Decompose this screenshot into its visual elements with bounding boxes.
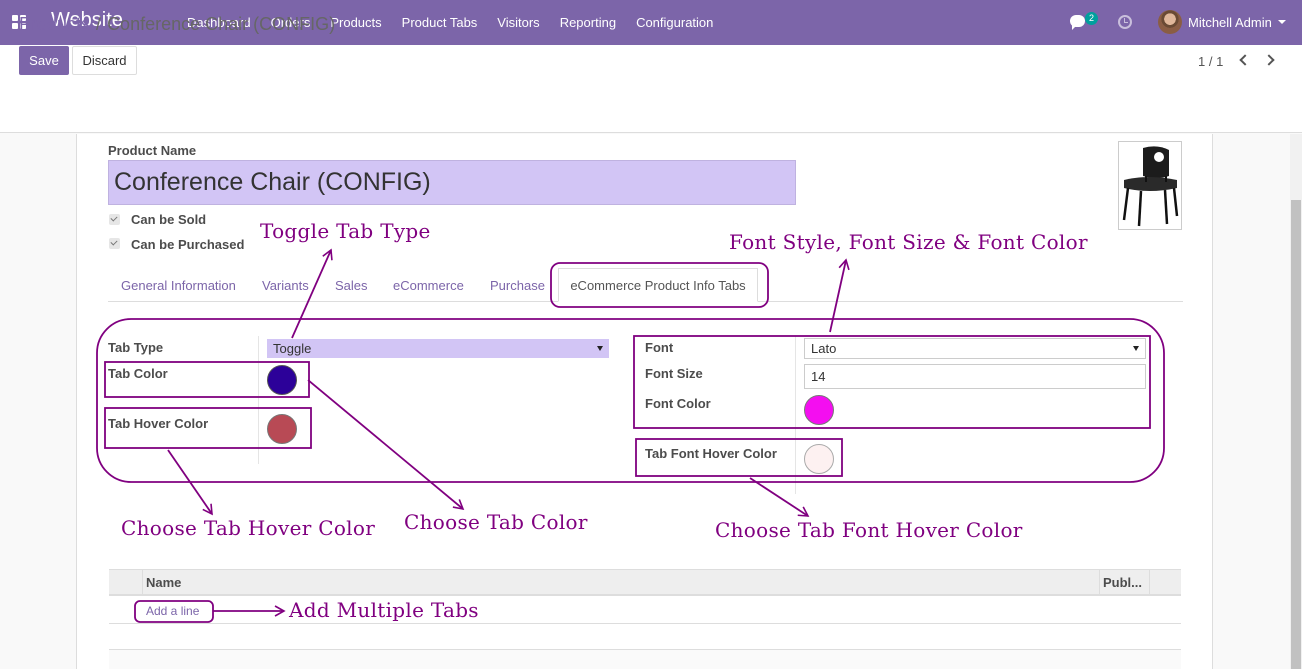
tab-font-hover-color-label: Tab Font Hover Color — [645, 446, 777, 461]
tab-type-value: Toggle — [273, 341, 312, 356]
pager-value[interactable]: 1 / 1 — [1198, 54, 1223, 69]
annotation-add-multiple-tabs: Add Multiple Tabs — [289, 598, 479, 622]
column-separator — [142, 570, 143, 596]
font-label: Font — [645, 340, 674, 355]
breadcrumb-separator: / — [96, 14, 102, 34]
tab-type-select[interactable]: Toggle — [267, 339, 609, 358]
font-value: Lato — [811, 341, 837, 356]
font-size-input[interactable]: 14 — [804, 364, 1146, 389]
chair-image — [1122, 146, 1179, 227]
tab-color-label: Tab Color — [108, 366, 168, 381]
user-menu[interactable]: Mitchell Admin — [1188, 15, 1272, 30]
font-color-label: Font Color — [645, 396, 711, 411]
user-avatar[interactable] — [1158, 10, 1182, 34]
font-select[interactable]: Lato — [804, 338, 1146, 359]
product-name-label: Product Name — [108, 143, 197, 158]
breadcrumb: Products / Conference Chair (CONFIG) — [19, 14, 335, 35]
column-separator — [1099, 570, 1100, 596]
tab-font-hover-color-swatch[interactable] — [804, 444, 834, 474]
tab-sales[interactable]: Sales — [335, 278, 368, 293]
column-header-name[interactable]: Name — [146, 575, 181, 590]
annotation-choose-tab-font-hover-color: Choose Tab Font Hover Color — [715, 518, 1023, 542]
dropdown-caret-icon — [1133, 346, 1139, 354]
tab-hover-color-label: Tab Hover Color — [108, 416, 209, 431]
caret-down-icon[interactable] — [1278, 20, 1286, 28]
field-separator — [258, 336, 259, 464]
tab-color-swatch[interactable] — [267, 365, 297, 395]
tab-hover-color-swatch[interactable] — [267, 414, 297, 444]
annotation-toggle-tab-type: Toggle Tab Type — [260, 219, 431, 243]
control-panel — [0, 45, 1302, 133]
tabs-table-header — [109, 569, 1181, 596]
tab-variants[interactable]: Variants — [262, 278, 309, 293]
chat-icon[interactable] — [1070, 15, 1085, 30]
discard-button[interactable]: Discard — [72, 46, 137, 75]
menu-item-products[interactable]: Products — [330, 15, 381, 30]
annotation-choose-tab-hover-color: Choose Tab Hover Color — [121, 516, 376, 540]
product-image[interactable] — [1118, 141, 1182, 230]
field-separator — [795, 336, 796, 494]
column-header-published[interactable]: Publ... — [1103, 575, 1142, 590]
table-footer — [109, 649, 1181, 669]
product-name-input[interactable]: Conference Chair (CONFIG) — [108, 160, 796, 205]
font-size-label: Font Size — [645, 366, 703, 381]
tab-ecommerce[interactable]: eCommerce — [393, 278, 464, 293]
breadcrumb-products[interactable]: Products — [19, 14, 90, 34]
tab-purchase[interactable]: Purchase — [490, 278, 545, 293]
add-a-line-link[interactable]: Add a line — [146, 604, 199, 618]
annotation-font-style: Font Style, Font Size & Font Color — [729, 230, 1088, 254]
chat-count-badge: 2 — [1085, 12, 1098, 25]
scrollbar-thumb[interactable] — [1291, 200, 1301, 669]
menu-item-product-tabs[interactable]: Product Tabs — [402, 15, 478, 30]
menu-item-visitors[interactable]: Visitors — [497, 15, 539, 30]
menu-item-reporting[interactable]: Reporting — [560, 15, 616, 30]
tab-type-label: Tab Type — [108, 340, 164, 355]
activity-clock-icon[interactable] — [1118, 15, 1132, 29]
can-be-purchased-checkbox[interactable] — [109, 238, 120, 249]
menu-item-configuration[interactable]: Configuration — [636, 15, 713, 30]
tab-general-information[interactable]: General Information — [121, 278, 236, 293]
tab-ecommerce-product-info-tabs[interactable]: eCommerce Product Info Tabs — [558, 268, 758, 302]
annotation-choose-tab-color: Choose Tab Color — [404, 510, 588, 534]
can-be-purchased-label: Can be Purchased — [131, 237, 245, 252]
dropdown-caret-icon — [597, 346, 603, 354]
save-button[interactable]: Save — [19, 46, 69, 75]
can-be-sold-checkbox[interactable] — [109, 214, 120, 225]
font-color-swatch[interactable] — [804, 395, 834, 425]
column-separator — [1149, 570, 1150, 596]
table-row — [109, 598, 1181, 624]
breadcrumb-current: Conference Chair (CONFIG) — [107, 14, 336, 34]
can-be-sold-label: Can be Sold — [131, 212, 207, 227]
